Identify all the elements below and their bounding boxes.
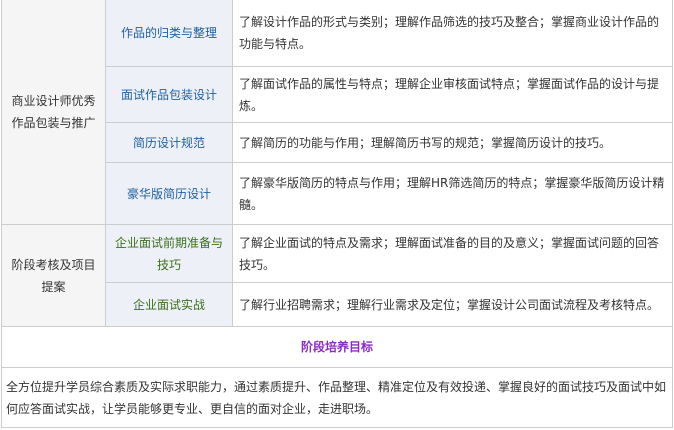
title-label: 企业面试实战 xyxy=(132,297,205,312)
title-label: 简历设计规范 xyxy=(132,135,205,150)
title-cell: 作品的归类与整理 xyxy=(105,0,233,67)
section-title-cell: 阶段培养目标 xyxy=(1,326,673,368)
summary-text: 全方位提升学员综合素质及实际求职能力，通过素质提升、作品整理、精准定位及有效投递… xyxy=(1,367,673,428)
desc-cell: 了解简历的功能与作用；理解简历书写的规范；掌握简历设计的技巧。 xyxy=(232,122,673,163)
title-cell: 企业面试实战 xyxy=(105,282,233,327)
title-cell: 面试作品包装设计 xyxy=(105,66,233,123)
course-table: 商业设计师优秀作品包装与推广 作品的归类与整理 了解设计作品的形式与类别；理解作… xyxy=(1,0,673,428)
section-row: 阶段培养目标 xyxy=(1,326,673,368)
group-cell: 商业设计师优秀作品包装与推广 xyxy=(1,0,106,225)
title-cell: 豪华版简历设计 xyxy=(105,162,233,225)
title-label: 豪华版简历设计 xyxy=(126,186,211,201)
table-row: 商业设计师优秀作品包装与推广 作品的归类与整理 了解设计作品的形式与类别；理解作… xyxy=(1,0,673,225)
title-label: 作品的归类与整理 xyxy=(120,25,217,40)
desc-cell: 了解设计作品的形式与类别；理解作品筛选的技巧及整合；掌握商业设计作品的功能与特点… xyxy=(232,0,673,67)
group-cell: 阶段考核及项目提案 xyxy=(1,224,106,327)
title-cell: 简历设计规范 xyxy=(105,122,233,163)
desc-cell: 了解行业招聘需求；理解行业需求及定位；掌握设计公司面试流程及考核特点。 xyxy=(232,282,673,327)
title-label: 企业面试前期准备与技巧 xyxy=(114,235,223,272)
desc-cell: 了解面试作品的属性与特点；理解企业审核面试特点；掌握面试作品的设计与提炼。 xyxy=(232,66,673,123)
group-label: 阶段考核及项目提案 xyxy=(11,257,96,294)
table-row: 阶段考核及项目提案 企业面试前期准备与技巧 了解企业面试的特点及需求；理解面试准… xyxy=(1,224,673,327)
title-cell: 企业面试前期准备与技巧 xyxy=(105,224,233,283)
group-label: 商业设计师优秀作品包装与推广 xyxy=(11,93,96,130)
desc-cell: 了解豪华版简历的特点与作用；理解HR筛选简历的特点；掌握豪华版简历设计精髓。 xyxy=(232,162,673,225)
course-table-page: 商业设计师优秀作品包装与推广 作品的归类与整理 了解设计作品的形式与类别；理解作… xyxy=(0,0,674,430)
section-title: 阶段培养目标 xyxy=(300,340,373,354)
desc-cell: 了解企业面试的特点及需求；理解面试准备的目的及意义；掌握面试问题的回答技巧。 xyxy=(232,224,673,283)
title-label: 面试作品包装设计 xyxy=(120,87,217,102)
summary-row: 全方位提升学员综合素质及实际求职能力，通过素质提升、作品整理、精准定位及有效投递… xyxy=(1,367,673,428)
